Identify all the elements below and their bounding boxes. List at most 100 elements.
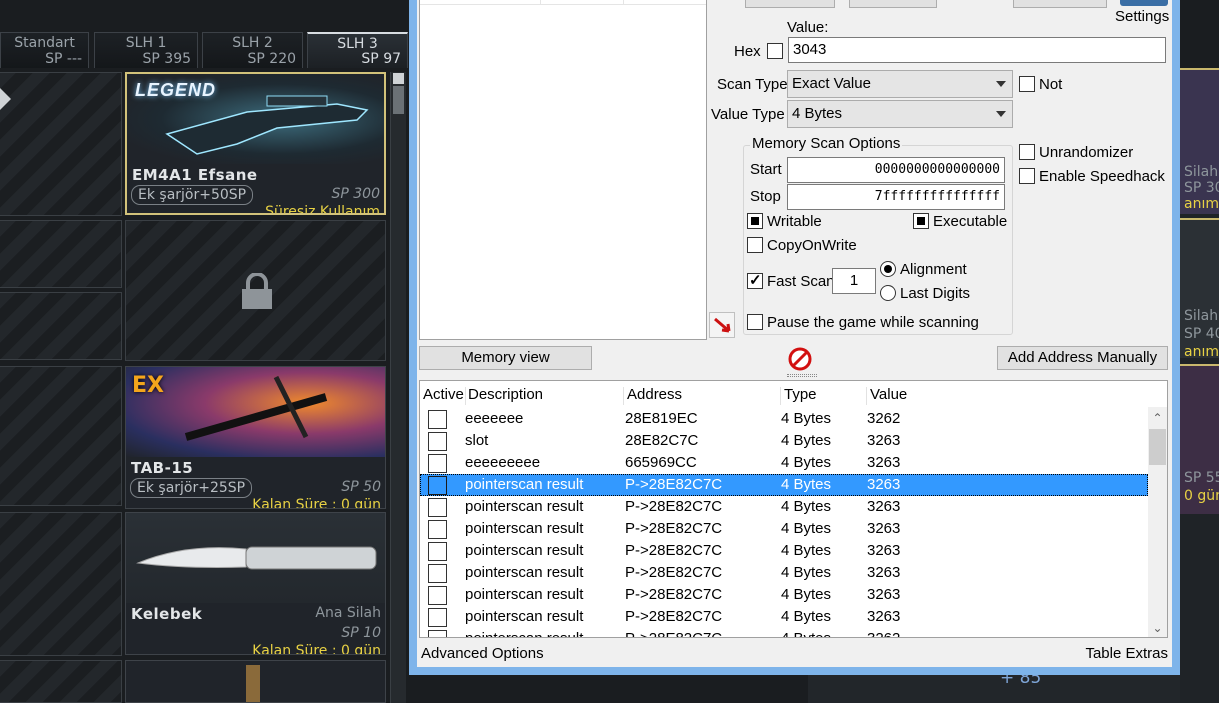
undo-scan-button[interactable]	[1013, 0, 1107, 8]
item-card[interactable]	[125, 660, 386, 703]
scan-type-select[interactable]: Exact Value	[787, 70, 1013, 98]
address-table-scrollbar[interactable]: ⌃ ⌄	[1148, 407, 1167, 637]
inventory-slot[interactable]	[0, 660, 122, 703]
inventory-slot[interactable]	[0, 512, 122, 656]
table-row[interactable]: pointerscan result P->28E82C7C 4 Bytes 3263	[420, 606, 1148, 628]
locked-slot[interactable]	[125, 220, 386, 361]
cell-address: P->28E82C7C	[625, 608, 723, 625]
active-checkbox[interactable]	[428, 630, 447, 637]
hex-checkbox[interactable]	[767, 43, 783, 59]
pause-game-checkbox[interactable]	[747, 314, 763, 330]
inventory-slot[interactable]	[0, 366, 122, 506]
table-row[interactable]: eeeeeeeee 665969CC 4 Bytes 3263	[420, 452, 1148, 474]
item-card-tab15[interactable]: EX TAB-15 Ek şarjör+25SP SP 50 Kalan Sür…	[125, 366, 386, 509]
table-row[interactable]: pointerscan result P->28E82C7C 4 Bytes 3262	[420, 628, 1148, 637]
item-duration: Kalan Süre : 0 gün	[252, 497, 381, 509]
start-address-input[interactable]: 0000000000000000	[787, 157, 1005, 183]
scroll-up-icon[interactable]: ⌃	[1148, 409, 1167, 427]
col-value[interactable]: Value	[870, 381, 907, 409]
tab-standart[interactable]: Standart SP ---	[0, 32, 90, 68]
cell-type: 4 Bytes	[781, 432, 832, 449]
table-row[interactable]: pointerscan result P->28E82C7C 4 Bytes 3263	[420, 496, 1148, 518]
executable-checkbox[interactable]	[913, 213, 929, 229]
table-row[interactable]: pointerscan result P->28E82C7C 4 Bytes 3263	[420, 562, 1148, 584]
address-table-header: Active Description Address Type Value	[420, 381, 1167, 407]
splitter-handle[interactable]	[787, 374, 817, 377]
table-row[interactable]: slot 28E82C7C 4 Bytes 3263	[420, 430, 1148, 452]
unrandomizer-checkbox[interactable]	[1019, 144, 1035, 160]
cell-address: P->28E82C7C	[625, 586, 723, 603]
cell-description: slot	[465, 432, 489, 449]
scroll-up-icon[interactable]	[393, 73, 404, 84]
active-checkbox[interactable]	[428, 454, 447, 473]
not-checkbox[interactable]	[1019, 76, 1035, 92]
inventory-slot[interactable]	[0, 292, 122, 360]
col-address[interactable]: Address	[627, 381, 682, 409]
right-item-card[interactable]: SP 55 0 gün	[1180, 364, 1219, 514]
chevron-down-icon	[996, 111, 1006, 117]
col-description[interactable]: Description	[468, 381, 543, 409]
tab-slh1[interactable]: SLH 1 SP 395	[94, 32, 199, 68]
stop-icon[interactable]	[788, 347, 812, 371]
alignment-radio[interactable]	[880, 261, 896, 277]
stop-address-input[interactable]: 7fffffffffffffff	[787, 184, 1005, 210]
value-input[interactable]: 3043	[788, 37, 1166, 63]
table-row[interactable]: pointerscan result P->28E82C7C 4 Bytes 3263	[420, 584, 1148, 606]
next-scan-button[interactable]	[849, 0, 937, 8]
scroll-thumb[interactable]	[1149, 429, 1166, 465]
speedhack-checkbox[interactable]	[1019, 168, 1035, 184]
item-card-em4a1[interactable]: LEGEND EM4A1 Efsane Ek şarjör+50SP SP 30…	[125, 72, 386, 215]
active-checkbox[interactable]	[428, 586, 447, 605]
cell-value: 3263	[867, 432, 901, 449]
value-type-select[interactable]: 4 Bytes	[787, 100, 1013, 128]
table-extras-link[interactable]: Table Extras	[1085, 645, 1168, 662]
tab-slh2[interactable]: SLH 2 SP 220	[202, 32, 304, 68]
scan-results-list[interactable]	[419, 0, 707, 340]
table-row[interactable]: pointerscan result P->28E82C7C 4 Bytes 3263	[420, 540, 1148, 562]
col-active[interactable]: Active	[423, 381, 464, 409]
active-checkbox[interactable]	[428, 608, 447, 627]
value-type-value: 4 Bytes	[792, 105, 843, 122]
item-bonus: Ek şarjör+25SP	[130, 478, 253, 498]
inventory-slot[interactable]	[0, 220, 122, 288]
right-item-card[interactable]: Silah SP 300 anım	[1180, 68, 1219, 214]
right-item-duration: anım	[1184, 344, 1219, 358]
copyonwrite-checkbox[interactable]	[747, 237, 763, 253]
right-item-card[interactable]: Silah SP 40 anım	[1180, 218, 1219, 358]
inventory-slot[interactable]	[0, 72, 122, 216]
fast-scan-value-input[interactable]: 1	[832, 268, 876, 294]
new-scan-button[interactable]	[745, 0, 835, 8]
active-checkbox[interactable]	[428, 432, 447, 451]
cell-description: pointerscan result	[465, 586, 584, 603]
table-row[interactable]: eeeeeee 28E819EC 4 Bytes 3262	[420, 408, 1148, 430]
last-digits-radio[interactable]	[880, 285, 896, 301]
active-checkbox[interactable]	[428, 476, 447, 495]
tab-slh3[interactable]: SLH 3 SP 97	[307, 32, 409, 68]
cell-address: 28E82C7C	[625, 432, 699, 449]
tab-name: SLH 2	[232, 35, 273, 51]
col-type[interactable]: Type	[784, 381, 817, 409]
active-checkbox[interactable]	[428, 542, 447, 561]
settings-icon[interactable]	[1120, 0, 1168, 6]
item-card-kelebek[interactable]: Kelebek Ana Silah SP 10 Kalan Süre : 0 g…	[125, 512, 386, 655]
select-process-pointer-button[interactable]	[709, 312, 735, 338]
active-checkbox[interactable]	[428, 498, 447, 517]
memory-scan-options-title: Memory Scan Options	[750, 135, 903, 152]
advanced-options-link[interactable]: Advanced Options	[421, 645, 544, 662]
active-checkbox[interactable]	[428, 410, 447, 429]
active-checkbox[interactable]	[428, 520, 447, 539]
inventory-scrollbar[interactable]	[390, 72, 406, 703]
table-row[interactable]: pointerscan result P->28E82C7C 4 Bytes 3263	[420, 474, 1148, 496]
table-row[interactable]: pointerscan result P->28E82C7C 4 Bytes 3263	[420, 518, 1148, 540]
tab-sp: SP 220	[247, 51, 297, 67]
cell-type: 4 Bytes	[781, 564, 832, 581]
address-table[interactable]: Active Description Address Type Value ee…	[419, 380, 1168, 638]
scroll-thumb[interactable]	[393, 86, 404, 114]
settings-label[interactable]: Settings	[1115, 8, 1169, 25]
add-address-manually-button[interactable]: Add Address Manually	[997, 346, 1168, 370]
memory-view-button[interactable]: Memory view	[419, 346, 592, 370]
scroll-down-icon[interactable]: ⌄	[1148, 619, 1167, 637]
writable-checkbox[interactable]	[747, 213, 763, 229]
active-checkbox[interactable]	[428, 564, 447, 583]
fast-scan-checkbox[interactable]	[747, 271, 763, 289]
